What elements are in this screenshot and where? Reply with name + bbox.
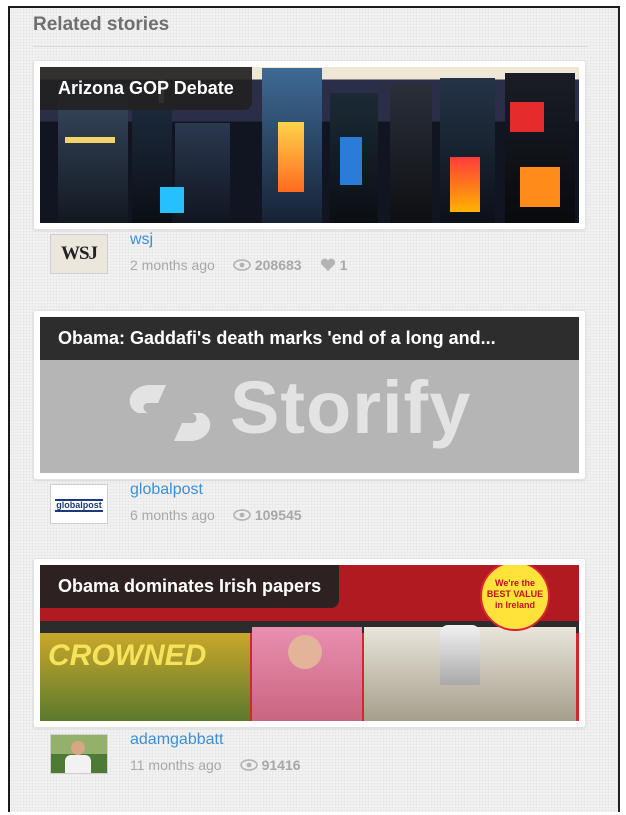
panel-edge	[618, 8, 620, 812]
story-time: 6 months ago	[130, 507, 215, 523]
views-count: 109545	[254, 507, 302, 523]
globalpost-logo: globalpost	[55, 499, 103, 512]
author-avatar[interactable]: WSJ	[50, 234, 108, 274]
heart-icon	[320, 258, 335, 271]
story-thumbnail[interactable]: CROWNED We're the BEST VALUE in Ireland …	[40, 565, 579, 721]
likes-count: 1	[339, 257, 348, 273]
story-time: 11 months ago	[130, 757, 222, 773]
thumbnail-billboard	[160, 187, 184, 213]
newspaper-portrait	[288, 635, 322, 669]
eye-icon	[239, 759, 258, 771]
story-title[interactable]: Obama dominates Irish papers	[40, 565, 340, 608]
thumbnail-billboard	[65, 137, 115, 143]
author-link[interactable]: wsj	[130, 231, 153, 249]
storify-logo-icon	[129, 385, 211, 441]
story-time: 2 months ago	[130, 257, 215, 273]
story-thumbnail[interactable]: Arizona GOP Debate	[40, 67, 579, 223]
avatar-shirt	[65, 755, 91, 773]
story-thumbnail[interactable]: Storify Obama: Gaddafi's death marks 'en…	[40, 317, 579, 473]
thumbnail-billboard	[520, 167, 560, 207]
title-divider	[33, 46, 588, 47]
thumbnail-billboard	[510, 102, 544, 132]
story-card-arizona-gop-debate[interactable]: Arizona GOP Debate	[33, 60, 586, 230]
author-link[interactable]: adamgabbatt	[130, 731, 223, 749]
story-stats: 2 months ago 208683 1	[130, 257, 347, 273]
story-stats: 11 months ago 91416	[130, 757, 301, 773]
story-card-obama-gaddafi[interactable]: Storify Obama: Gaddafi's death marks 'en…	[33, 310, 586, 480]
avatar-face	[71, 741, 85, 755]
story-title[interactable]: Obama: Gaddafi's death marks 'end of a l…	[40, 317, 579, 360]
thumbnail-billboard	[340, 137, 362, 185]
thumbnail-billboard	[450, 157, 480, 212]
eye-icon	[233, 259, 251, 271]
thumbnail-billboard	[278, 122, 304, 192]
views-count: 91416	[261, 757, 301, 773]
author-avatar[interactable]: globalpost	[50, 484, 108, 524]
storify-wordmark: Storify	[230, 366, 472, 449]
story-stats: 6 months ago 109545	[130, 507, 302, 523]
eye-icon	[233, 509, 251, 521]
author-avatar[interactable]	[50, 734, 108, 774]
newspaper-headline: CROWNED	[48, 639, 207, 672]
story-title[interactable]: Arizona GOP Debate	[40, 67, 252, 110]
related-stories-panel: Related stories Arizona GOP Debate WSJ w…	[8, 6, 620, 812]
story-card-obama-irish-papers[interactable]: CROWNED We're the BEST VALUE in Ireland …	[33, 558, 586, 728]
section-title: Related stories	[33, 14, 170, 35]
views-count: 208683	[254, 257, 302, 273]
trophy-icon	[440, 625, 480, 685]
thumbnail-building	[390, 83, 432, 223]
author-link[interactable]: globalpost	[130, 481, 203, 499]
